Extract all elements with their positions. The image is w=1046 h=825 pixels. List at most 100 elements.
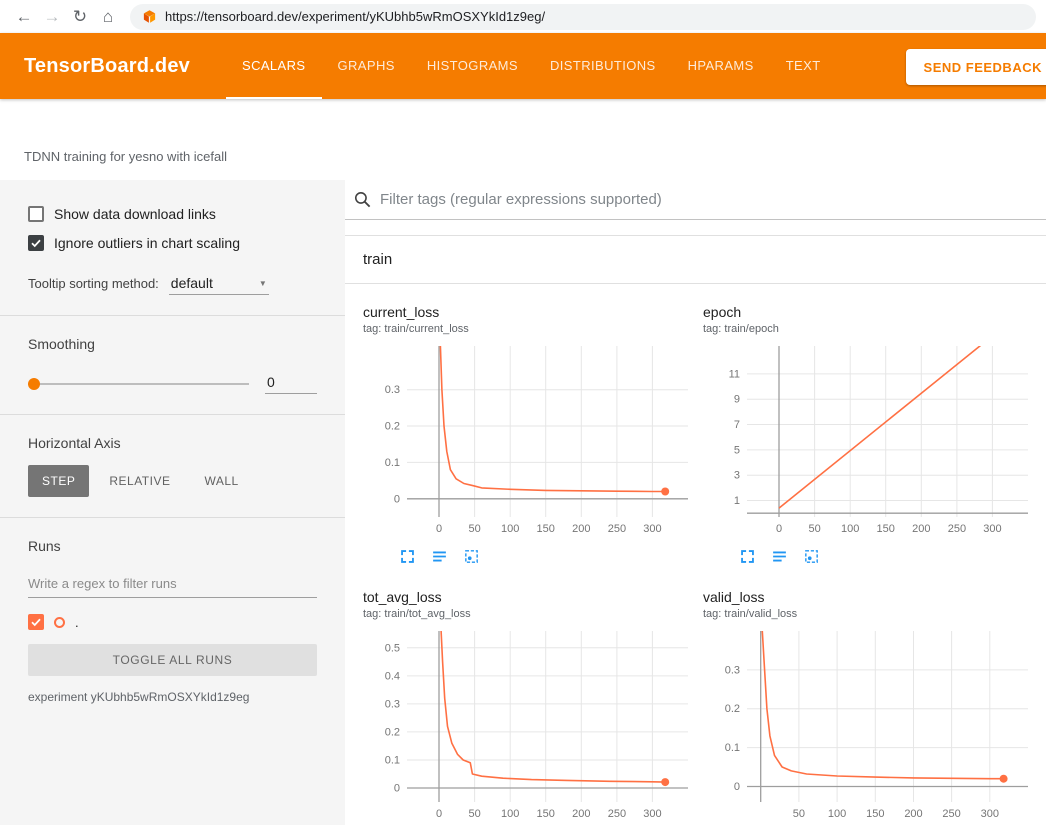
smoothing-value-field[interactable]: 0 [265,374,317,394]
svg-text:0: 0 [734,781,740,793]
smoothing-row: 0 [28,374,317,394]
tab-graphs[interactable]: GRAPHS [322,33,411,99]
home-icon[interactable]: ⌂ [94,3,122,31]
check-icon [30,616,42,628]
svg-text:200: 200 [572,523,590,535]
svg-text:7: 7 [734,419,740,431]
axis-step-button[interactable]: STEP [28,465,89,497]
data-table-icon[interactable] [771,547,789,565]
expand-chart-icon[interactable] [399,547,417,565]
page: ← → ↻ ⌂ https://tensorboard.dev/experime… [0,0,1046,825]
chart-toolbar [703,547,1043,565]
content: Show data download links Ignore outliers… [0,180,1046,825]
chart-card-current-loss: current_loss tag: train/current_loss 0 50… [363,304,703,565]
svg-text:150: 150 [537,808,555,820]
check-icon [30,237,42,249]
chart-card-epoch: epoch tag: train/epoch 05010015020025030… [703,304,1043,565]
svg-text:150: 150 [537,523,555,535]
tag-filter-input[interactable] [380,191,1034,208]
tab-histograms[interactable]: HISTOGRAMS [411,33,534,99]
tab-text[interactable]: TEXT [770,33,837,99]
svg-text:300: 300 [981,808,999,820]
top-nav: SCALARS GRAPHS HISTOGRAMS DISTRIBUTIONS … [226,33,837,99]
chevron-down-icon: ▼ [259,279,267,288]
chart-title: epoch [703,304,1043,320]
svg-text:250: 250 [608,808,626,820]
svg-text:11: 11 [729,368,740,380]
svg-text:0.1: 0.1 [385,457,400,469]
line-chart[interactable]: 05010015020025030000.10.20.30.40.5 [363,626,693,824]
svg-text:0: 0 [436,808,442,820]
experiment-description: TDNN training for yesno with icefall [24,149,227,164]
run-checkbox[interactable] [28,614,44,630]
run-color-icon [54,617,65,628]
tab-scalars[interactable]: SCALARS [226,33,322,99]
send-feedback-button[interactable]: SEND FEEDBACK [906,49,1046,85]
tab-distributions[interactable]: DISTRIBUTIONS [534,33,672,99]
smoothing-slider-thumb[interactable] [28,378,40,390]
axis-wall-button[interactable]: WALL [190,465,252,497]
svg-text:250: 250 [948,523,966,535]
line-chart[interactable]: 5010015020025030000.10.20.3 [703,626,1033,824]
reload-icon[interactable]: ↻ [66,3,94,31]
svg-text:100: 100 [841,523,859,535]
ignore-outliers-row[interactable]: Ignore outliers in chart scaling [28,235,317,251]
experiment-description-bar: TDNN training for yesno with icefall [0,99,1046,180]
line-chart[interactable]: 05010015020025030000.10.20.3 [363,341,693,539]
ignore-outliers-checkbox[interactable] [28,235,44,251]
pin-chart-icon[interactable] [463,547,481,565]
toggle-all-runs-button[interactable]: TOGGLE ALL RUNS [28,644,317,676]
svg-text:50: 50 [808,523,820,535]
runs-filter-input[interactable] [28,570,317,598]
svg-text:300: 300 [983,523,1001,535]
axis-relative-button[interactable]: RELATIVE [95,465,184,497]
search-icon [353,190,372,209]
expand-chart-icon[interactable] [739,547,757,565]
svg-text:100: 100 [501,808,519,820]
chart-tag: tag: train/current_loss [363,323,703,335]
address-bar[interactable]: https://tensorboard.dev/experiment/yKUbh… [130,4,1036,30]
chart-card-tot-avg-loss: tot_avg_loss tag: train/tot_avg_loss 050… [363,589,703,825]
svg-text:150: 150 [877,523,895,535]
svg-text:50: 50 [468,523,480,535]
forward-icon[interactable]: → [38,3,66,31]
svg-text:0.2: 0.2 [385,726,400,738]
tooltip-sorting-select[interactable]: default ▼ [169,273,269,295]
main-panel: train current_loss tag: train/current_lo… [345,180,1046,825]
experiment-id-label: experiment yKUbhb5wRmOSXYkId1z9eg [28,690,317,704]
chart-tag: tag: train/tot_avg_loss [363,608,703,620]
charts-grid: current_loss tag: train/current_loss 0 50… [345,284,1046,825]
svg-text:100: 100 [501,523,519,535]
svg-text:0.5: 0.5 [385,642,400,654]
back-icon[interactable]: ← [10,3,38,31]
svg-text:200: 200 [912,523,930,535]
svg-text:0.2: 0.2 [385,421,400,433]
horizontal-axis-group: STEP RELATIVE WALL [28,465,317,497]
svg-text:150: 150 [866,808,884,820]
run-list-item[interactable]: . [28,614,317,630]
svg-text:0.1: 0.1 [385,755,400,767]
browser-chrome: ← → ↻ ⌂ https://tensorboard.dev/experime… [0,0,1046,33]
smoothing-label: Smoothing [28,336,317,352]
smoothing-slider[interactable] [28,383,249,385]
run-name: . [75,615,79,630]
svg-text:0.3: 0.3 [385,698,400,710]
pin-chart-icon[interactable] [803,547,821,565]
show-download-links-checkbox[interactable] [28,206,44,222]
chart-tag: tag: train/epoch [703,323,1043,335]
svg-text:300: 300 [643,523,661,535]
train-section: train current_loss tag: train/current_lo… [345,235,1046,825]
svg-text:0.3: 0.3 [385,384,400,396]
show-download-links-row[interactable]: Show data download links [28,206,317,222]
svg-text:100: 100 [828,808,846,820]
data-table-icon[interactable] [431,547,449,565]
train-section-header[interactable]: train [345,236,1046,284]
line-chart[interactable]: 0501001502002503001357911 [703,341,1033,539]
chart-title: current_loss [363,304,703,320]
chart-card-valid-loss: valid_loss tag: train/valid_loss 5010015… [703,589,1043,825]
tag-filter-row [345,180,1046,220]
divider [0,315,345,316]
show-download-links-label: Show data download links [54,206,216,222]
svg-text:0: 0 [394,493,400,505]
tab-hparams[interactable]: HPARAMS [672,33,770,99]
